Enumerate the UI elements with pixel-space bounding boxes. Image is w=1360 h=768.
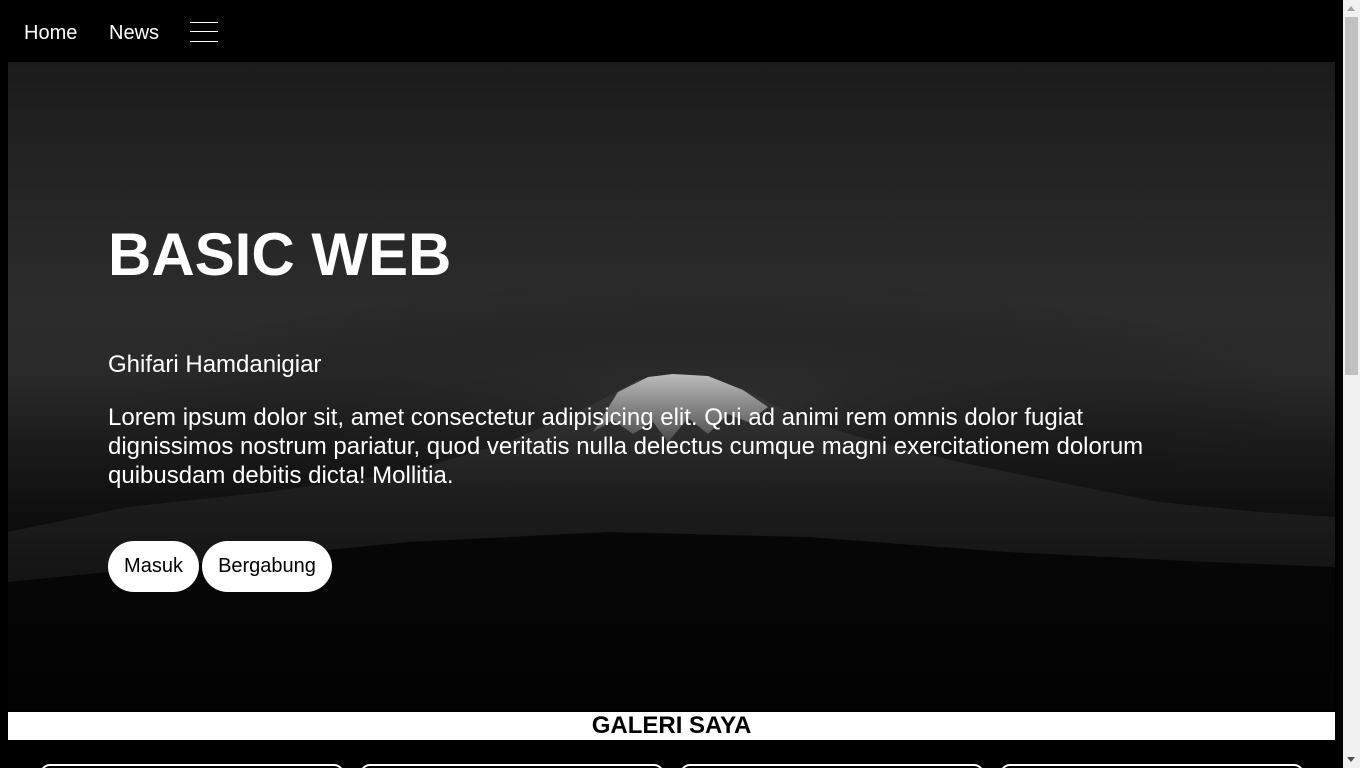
navbar: Home News (0, 0, 1343, 62)
join-button[interactable]: Bergabung (202, 541, 332, 592)
hero-description: Lorem ipsum dolor sit, amet consectetur … (108, 404, 1144, 489)
nav-link-home[interactable]: Home (24, 21, 77, 45)
hamburger-line (190, 31, 218, 32)
hamburger-line (190, 41, 218, 42)
login-button[interactable]: Masuk (108, 541, 199, 592)
hero-title: BASIC WEB (108, 221, 452, 288)
scrollbar-thumb[interactable] (1345, 17, 1358, 375)
hero-section: BASIC WEB Ghifari Hamdanigiar Lorem ipsu… (8, 62, 1335, 710)
vertical-scrollbar[interactable] (1343, 0, 1360, 768)
gallery-title: GALERI SAYA (8, 712, 1335, 740)
hamburger-menu-icon[interactable] (190, 21, 218, 43)
mountain-background-image (8, 282, 1335, 710)
gallery-card[interactable] (1000, 764, 1304, 768)
nav-link-news[interactable]: News (109, 21, 159, 45)
gallery-card[interactable] (40, 764, 344, 768)
scroll-down-arrow-icon[interactable] (1347, 757, 1355, 762)
gallery-card[interactable] (680, 764, 984, 768)
hamburger-line (190, 22, 218, 23)
scroll-up-arrow-icon[interactable] (1347, 6, 1355, 11)
page: Home News BASIC WEB Ghifari Hamdanigiar … (0, 0, 1343, 768)
gallery-card[interactable] (360, 764, 664, 768)
hero-subtitle: Ghifari Hamdanigiar (108, 351, 322, 378)
